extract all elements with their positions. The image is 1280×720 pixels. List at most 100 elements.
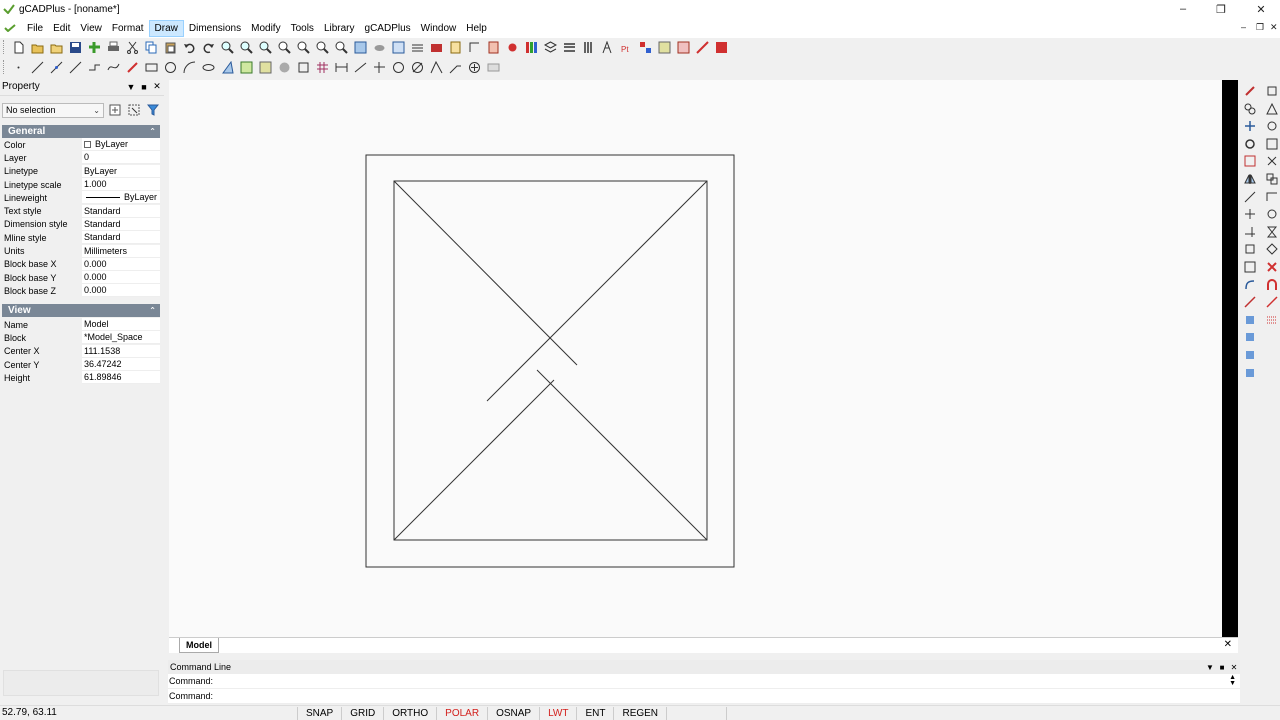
- save-icon[interactable]: [68, 40, 83, 55]
- point-icon[interactable]: [11, 60, 26, 75]
- print-icon[interactable]: [106, 40, 121, 55]
- spline-icon[interactable]: [106, 60, 121, 75]
- property-value[interactable]: Standard: [82, 231, 160, 245]
- erase-icon[interactable]: [1243, 84, 1257, 98]
- table-icon[interactable]: [486, 40, 501, 55]
- new-file-icon[interactable]: [11, 40, 26, 55]
- menu-file[interactable]: File: [22, 21, 48, 36]
- locate-icon[interactable]: [505, 40, 520, 55]
- offset-icon[interactable]: [1243, 242, 1257, 256]
- trim-icon[interactable]: [1243, 207, 1257, 221]
- mdi-restore-button[interactable]: ❐: [1256, 22, 1264, 33]
- chamfer-icon[interactable]: [1243, 295, 1257, 309]
- fillet-icon[interactable]: [1243, 278, 1257, 292]
- lineweight-icon[interactable]: [562, 40, 577, 55]
- break-icon[interactable]: [1265, 190, 1279, 204]
- mdi-close-button[interactable]: ✕: [1270, 22, 1278, 33]
- property-value[interactable]: Standard: [82, 217, 160, 231]
- block-icon[interactable]: [391, 40, 406, 55]
- selection-dropdown[interactable]: No selection ⌄: [2, 102, 104, 118]
- property-value[interactable]: Model: [82, 318, 160, 332]
- rectangle-icon[interactable]: [144, 60, 159, 75]
- diagonal-line[interactable]: [486, 180, 708, 402]
- rotate-icon[interactable]: [1243, 137, 1257, 151]
- line-icon[interactable]: [30, 60, 45, 75]
- insert-block-icon[interactable]: [657, 40, 672, 55]
- zoom-all-icon[interactable]: [315, 40, 330, 55]
- zoom-out-icon[interactable]: [239, 40, 254, 55]
- center-mark-icon[interactable]: [467, 60, 482, 75]
- magnet-icon[interactable]: [1265, 278, 1279, 292]
- menu-library[interactable]: Library: [319, 21, 360, 36]
- osnap-toggle[interactable]: OSNAP: [488, 706, 541, 720]
- hourglass-icon[interactable]: [1265, 225, 1279, 239]
- cross-icon[interactable]: [1265, 154, 1279, 168]
- plugin-icon[interactable]: [87, 40, 102, 55]
- group-icon[interactable]: [1265, 172, 1279, 186]
- copy-icon[interactable]: [144, 40, 159, 55]
- grid-blocks-icon[interactable]: [638, 40, 653, 55]
- close-icon[interactable]: ✕: [151, 81, 163, 92]
- hatch-pattern-icon[interactable]: [315, 60, 330, 75]
- diagonal-line[interactable]: [393, 379, 555, 541]
- polar-toggle[interactable]: POLAR: [437, 706, 489, 720]
- layer-stack-icon[interactable]: [1243, 348, 1257, 362]
- diamond-icon[interactable]: [1265, 242, 1279, 256]
- triangle-icon[interactable]: [1265, 102, 1279, 116]
- scroll-arrows-icon[interactable]: ▲ ▼: [1229, 674, 1236, 687]
- property-value[interactable]: ByLayer: [82, 164, 160, 178]
- stretch-icon[interactable]: [1243, 190, 1257, 204]
- extend-icon[interactable]: [1243, 225, 1257, 239]
- dim-linear-icon[interactable]: [334, 60, 349, 75]
- zoom-extents-icon[interactable]: [296, 40, 311, 55]
- collapse-icon[interactable]: ⌃: [149, 127, 156, 136]
- property-row-linetype-scale[interactable]: Linetype scale 1.000: [2, 178, 160, 192]
- paste-icon[interactable]: [163, 40, 178, 55]
- dim-diameter-icon[interactable]: [410, 60, 425, 75]
- grid-toggle[interactable]: GRID: [342, 706, 385, 720]
- diagonal-line[interactable]: [393, 180, 578, 366]
- polyline-icon[interactable]: [87, 60, 102, 75]
- circle-icon[interactable]: [1265, 119, 1279, 133]
- text-style-icon[interactable]: [448, 40, 463, 55]
- circle-icon[interactable]: [163, 60, 178, 75]
- property-value[interactable]: 0: [82, 151, 160, 165]
- menu-window[interactable]: Window: [416, 21, 462, 36]
- quick-select-icon[interactable]: [145, 103, 161, 118]
- property-row-block-base-y[interactable]: Block base Y 0.000: [2, 271, 160, 285]
- pin-icon[interactable]: ■: [138, 82, 150, 92]
- menu-edit[interactable]: Edit: [48, 21, 75, 36]
- xref-icon[interactable]: [676, 40, 691, 55]
- ellipse-icon[interactable]: [201, 60, 216, 75]
- property-value[interactable]: 0.000: [82, 284, 160, 298]
- dim-aligned-icon[interactable]: [353, 60, 368, 75]
- dim-radius-icon[interactable]: [391, 60, 406, 75]
- close-icon[interactable]: ✕: [1228, 663, 1240, 672]
- boundary-icon[interactable]: [296, 60, 311, 75]
- menu-modify[interactable]: Modify: [246, 21, 285, 36]
- property-value[interactable]: Millimeters: [82, 244, 160, 258]
- property-row-color[interactable]: Color ByLayer: [2, 138, 160, 152]
- open-icon[interactable]: [49, 40, 64, 55]
- menu-format[interactable]: Format: [107, 21, 149, 36]
- close-button[interactable]: ✕: [1242, 0, 1280, 18]
- property-row-center-x[interactable]: Center X 111.1538: [2, 344, 160, 358]
- array-icon[interactable]: [1243, 260, 1257, 274]
- hatch-draw-icon[interactable]: [220, 60, 235, 75]
- property-row-name[interactable]: Name Model: [2, 318, 160, 332]
- tolerance-icon[interactable]: [486, 60, 501, 75]
- layer-stack-icon[interactable]: [1243, 330, 1257, 344]
- menu-gcadplus[interactable]: gCADPlus: [360, 21, 416, 36]
- ent-toggle[interactable]: ENT: [577, 706, 615, 720]
- scale-icon[interactable]: [1243, 154, 1257, 168]
- arc-icon[interactable]: [182, 60, 197, 75]
- property-row-center-y[interactable]: Center Y 36.47242: [2, 358, 160, 372]
- measure-icon[interactable]: [695, 40, 710, 55]
- chevron-down-icon[interactable]: ▼: [1204, 663, 1216, 672]
- layer-stack-icon[interactable]: [1243, 366, 1257, 380]
- property-row-lineweight[interactable]: Lineweight ByLayer: [2, 191, 160, 205]
- zoom-in-icon[interactable]: [220, 40, 235, 55]
- menu-draw[interactable]: Draw: [148, 19, 184, 37]
- dim-angular-icon[interactable]: [429, 60, 444, 75]
- property-row-block-base-x[interactable]: Block base X 0.000: [2, 257, 160, 271]
